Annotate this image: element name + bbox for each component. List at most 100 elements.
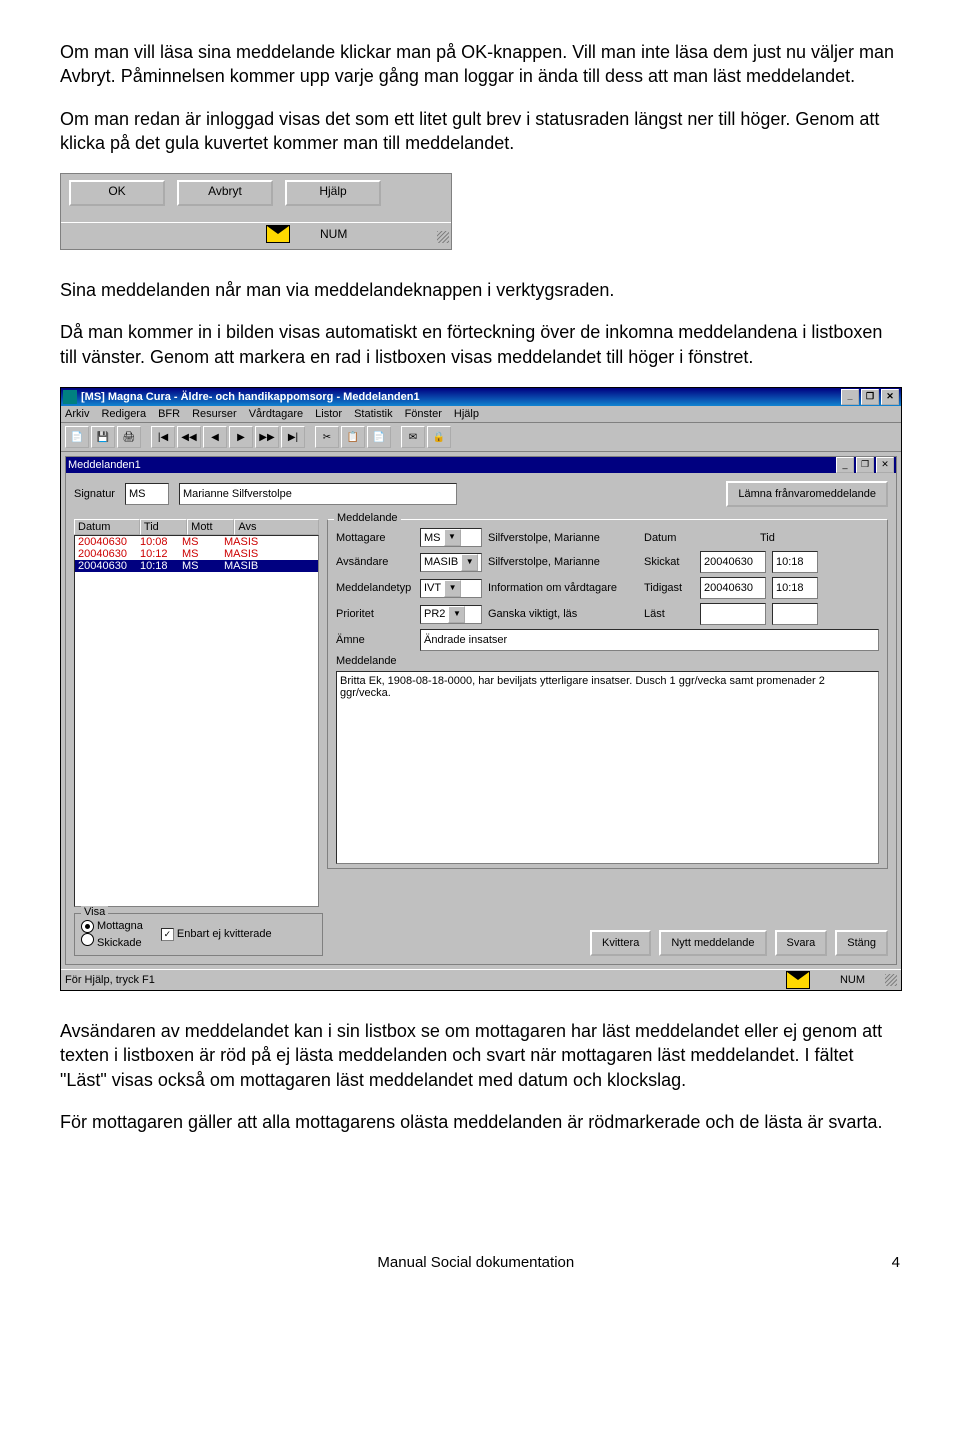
ok-button[interactable]: OK [69,180,165,206]
child-close-button[interactable]: ✕ [876,457,894,473]
toolbar-new-icon[interactable]: 📄 [65,426,89,448]
amne-label: Ämne [336,634,414,646]
toolbar-first-icon[interactable]: |◀ [151,426,175,448]
signatur-code-field[interactable]: MS [125,483,169,505]
mottagare-name: Silfverstolpe, Marianne [488,532,638,544]
avsandare-label: Avsändare [336,556,414,568]
menu-hjalp[interactable]: Hjälp [454,408,479,420]
avbryt-button[interactable]: Avbryt [177,180,273,206]
toolbar-prev-icon[interactable]: ◀◀ [177,426,201,448]
menu-listor[interactable]: Listor [315,408,342,420]
visa-groupbox: Visa Mottagna Skickade ✓Enbart ej kvitte… [74,913,323,956]
last-time-field [772,603,818,625]
skickat-time-field: 10:18 [772,551,818,573]
paragraph: För mottagaren gäller att alla mottagare… [60,1110,900,1134]
meddelande-label: Meddelande [336,655,414,667]
toolbar-paste-icon[interactable]: 📄 [367,426,391,448]
menu-bfr[interactable]: BFR [158,408,180,420]
col-datum[interactable]: Datum [74,519,140,535]
menubar: Arkiv Redigera BFR Resurser Vårdtagare L… [61,406,901,423]
skickat-date-field: 20040630 [700,551,766,573]
message-detail-panel: Meddelande Mottagare MS▼ Silfverstolpe, … [327,519,888,907]
prioritet-label: Prioritet [336,608,414,620]
away-message-button[interactable]: Lämna frånvaromeddelande [726,481,888,507]
hjalp-button[interactable]: Hjälp [285,180,381,206]
toolbar-lock-icon[interactable]: 🔒 [427,426,451,448]
toolbar-msg-icon[interactable]: ✉ [401,426,425,448]
paragraph: Om man vill läsa sina meddelande klickar… [60,40,900,89]
message-listbox[interactable]: 2004063010:08MSMASIS 2004063010:12MSMASI… [74,535,319,907]
tidigast-time-field: 10:18 [772,577,818,599]
paragraph: Sina meddelanden når man via meddelandek… [60,278,900,302]
statusbar-fragment: OK Avbryt Hjälp NUM [60,173,452,250]
toolbar-fwd-icon[interactable]: ▶ [229,426,253,448]
message-textarea[interactable]: Britta Ek, 1908-08-18-0000, har beviljat… [336,671,879,864]
mottagare-combo[interactable]: MS▼ [420,528,482,547]
app-statusbar: För Hjälp, tryck F1 NUM [61,969,901,990]
num-indicator: NUM [320,227,347,241]
paragraph: Då man kommer in i bilden visas automati… [60,320,900,369]
menu-arkiv[interactable]: Arkiv [65,408,89,420]
signatur-name-field: Marianne Silfverstolpe [179,483,457,505]
radio-mottagna[interactable]: Mottagna [81,920,143,933]
maximize-button[interactable]: ❐ [861,389,879,405]
radio-skickade[interactable]: Skickade [81,933,143,949]
detail-legend: Meddelande [334,512,401,524]
chevron-down-icon[interactable]: ▼ [444,580,461,597]
checkbox-enbart-ej-kvitterade[interactable]: ✓Enbart ej kvitterade [161,928,272,941]
toolbar-last-icon[interactable]: ▶| [281,426,305,448]
tidigast-date-field: 20040630 [700,577,766,599]
mottagare-label: Mottagare [336,532,414,544]
menu-redigera[interactable]: Redigera [101,408,146,420]
paragraph: Om man redan är inloggad visas det som e… [60,107,900,156]
meddelandetyp-label: Meddelandetyp [336,582,414,594]
menu-fonster[interactable]: Fönster [405,408,442,420]
col-mott[interactable]: Mott [187,519,234,535]
toolbar: 📄 💾 🖨 |◀ ◀◀ ◀ ▶ ▶▶ ▶| ✂ 📋 📄 ✉ 🔒 [61,423,901,452]
tidigast-label: Tidigast [644,582,694,594]
envelope-icon[interactable] [786,971,810,989]
menu-statistik[interactable]: Statistik [354,408,393,420]
window-title: [MS] Magna Cura - Äldre- och handikappom… [81,391,420,403]
avsandare-name: Silfverstolpe, Marianne [488,556,638,568]
app-window: [MS] Magna Cura - Äldre- och handikappom… [60,387,902,991]
prioritet-name: Ganska viktigt, läs [488,608,638,620]
status-text: För Hjälp, tryck F1 [65,974,155,986]
last-label: Läst [644,608,694,620]
child-titlebar: Meddelanden1 _ ❐ ✕ [66,457,896,473]
list-row[interactable]: 2004063010:08MSMASIS [75,536,318,548]
list-row-selected[interactable]: 2004063010:18MSMASIB [75,560,318,572]
toolbar-next-icon[interactable]: ▶▶ [255,426,279,448]
child-maximize-button[interactable]: ❐ [856,457,874,473]
menu-vardtagare[interactable]: Vårdtagare [249,408,303,420]
chevron-down-icon[interactable]: ▼ [448,606,465,623]
toolbar-back-icon[interactable]: ◀ [203,426,227,448]
chevron-down-icon[interactable]: ▼ [444,529,461,546]
chevron-down-icon[interactable]: ▼ [461,554,478,571]
meddelandetyp-combo[interactable]: IVT▼ [420,579,482,598]
close-button[interactable]: ✕ [881,389,899,405]
kvittera-button[interactable]: Kvittera [590,930,651,956]
last-date-field [700,603,766,625]
avsandare-combo[interactable]: MASIB▼ [420,553,482,572]
nytt-meddelande-button[interactable]: Nytt meddelande [659,930,766,956]
child-minimize-button[interactable]: _ [836,457,854,473]
prioritet-combo[interactable]: PR2▼ [420,605,482,624]
col-tid[interactable]: Tid [140,519,187,535]
minimize-button[interactable]: _ [841,389,859,405]
envelope-icon[interactable] [266,225,290,243]
toolbar-print-icon[interactable]: 🖨 [117,426,141,448]
menu-resurser[interactable]: Resurser [192,408,237,420]
col-avs[interactable]: Avs [234,519,319,535]
svara-button[interactable]: Svara [775,930,828,956]
toolbar-save-icon[interactable]: 💾 [91,426,115,448]
titlebar: [MS] Magna Cura - Äldre- och handikappom… [61,388,901,406]
toolbar-copy-icon[interactable]: 📋 [341,426,365,448]
app-icon [63,390,77,404]
resize-grip-icon [437,231,449,243]
amne-field[interactable]: Ändrade insatser [420,629,879,651]
toolbar-cut-icon[interactable]: ✂ [315,426,339,448]
child-title: Meddelanden1 [68,459,141,471]
list-row[interactable]: 2004063010:12MSMASIS [75,548,318,560]
stang-button[interactable]: Stäng [835,930,888,956]
